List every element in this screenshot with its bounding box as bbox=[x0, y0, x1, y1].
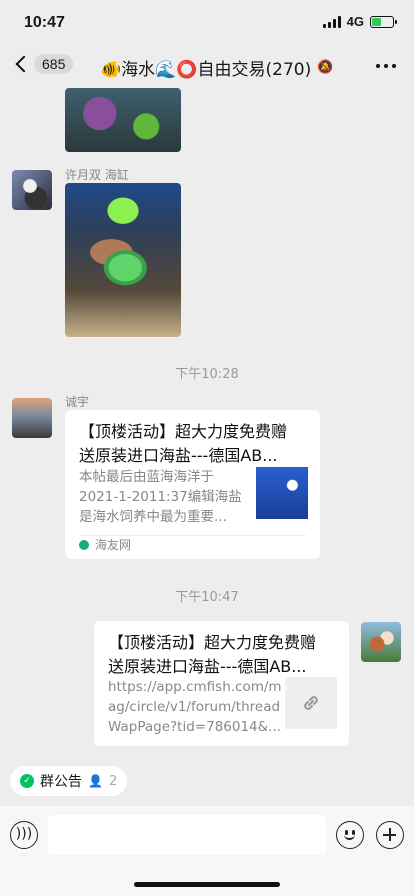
link-card-title: 【顶楼活动】超大力度免费赠 bbox=[79, 422, 288, 441]
link-card[interactable]: 【顶楼活动】超大力度免费赠 送原装进口海盐---德国AB... https://… bbox=[94, 621, 349, 746]
mute-bell-icon: 🔕 bbox=[317, 60, 334, 75]
source-name: 海友网 bbox=[95, 538, 132, 552]
timestamp: 下午10:28 bbox=[175, 367, 239, 382]
voice-input-button[interactable]: ))) bbox=[10, 821, 38, 849]
input-bar: ))) bbox=[0, 806, 414, 896]
nav-bar: 685 🐠海水🌊⭕自由交易(270) 🔕 bbox=[0, 44, 414, 88]
voice-icon: ))) bbox=[15, 826, 33, 842]
link-card-source: 海友网 bbox=[79, 536, 131, 553]
link-icon bbox=[285, 677, 337, 729]
link-card-title: 【顶楼活动】超大力度免费赠 bbox=[108, 633, 317, 652]
link-card-title: 送原装进口海盐---德国AB... bbox=[79, 446, 278, 465]
status-indicators: 4G bbox=[322, 14, 397, 29]
timestamp: 下午10:47 bbox=[175, 590, 239, 605]
link-card-description: 2021-1-2011:37编辑海盐 bbox=[79, 489, 242, 505]
more-button[interactable] bbox=[376, 64, 396, 68]
avatar[interactable] bbox=[361, 622, 401, 662]
back-arrow-icon bbox=[15, 55, 33, 73]
source-logo-icon bbox=[79, 539, 89, 550]
link-card-description: ag/circle/v1/forum/thread bbox=[108, 699, 281, 715]
person-icon: 👤 bbox=[88, 774, 103, 788]
group-notice-chip[interactable]: ✓ 群公告 👤 2 bbox=[10, 766, 128, 796]
battery-icon bbox=[370, 15, 397, 28]
network-label: 4G bbox=[346, 14, 364, 29]
emoji-button[interactable] bbox=[336, 821, 364, 849]
notice-count: 2 bbox=[108, 773, 118, 789]
more-dot-icon bbox=[392, 64, 396, 68]
more-actions-button[interactable] bbox=[376, 821, 404, 849]
avatar[interactable] bbox=[12, 398, 52, 438]
link-card[interactable]: 【顶楼活动】超大力度免费赠 送原装进口海盐---德国AB... 本帖最后由蓝海海… bbox=[65, 410, 320, 559]
link-card-thumbnail bbox=[256, 467, 308, 519]
status-time: 10:47 bbox=[24, 14, 65, 31]
avatar[interactable] bbox=[12, 170, 52, 210]
link-card-description: WapPage?tid=786014&... bbox=[108, 719, 282, 735]
home-indicator bbox=[134, 882, 280, 887]
notice-icon: ✓ bbox=[20, 774, 34, 788]
notice-label: 群公告 bbox=[40, 774, 82, 790]
link-card-description: 本帖最后由蓝海海洋于 bbox=[79, 469, 214, 485]
sender-name: 诚宇 bbox=[65, 395, 90, 409]
message-photo[interactable] bbox=[65, 88, 181, 152]
link-card-description: https://app.cmfish.com/m bbox=[108, 679, 282, 695]
sender-name: 许月双 海缸 bbox=[65, 168, 129, 182]
emoji-icon bbox=[344, 834, 355, 840]
signal-icon bbox=[322, 15, 341, 28]
more-dot-icon bbox=[376, 64, 380, 68]
link-card-title: 送原装进口海盐---德国AB... bbox=[108, 657, 307, 676]
link-card-description: 是海水饲养中最为重要... bbox=[79, 509, 227, 525]
message-photo[interactable] bbox=[65, 183, 181, 337]
message-input[interactable] bbox=[48, 815, 326, 855]
unread-count-badge: 685 bbox=[34, 54, 74, 74]
chat-title-text: 🐠海水🌊⭕自由交易(270) bbox=[100, 60, 312, 80]
back-button[interactable]: 685 bbox=[12, 54, 74, 74]
chat-area[interactable]: 许月双 海缸 下午10:28 诚宇 【顶楼活动】超大力度免费赠 送原装进口海盐-… bbox=[0, 88, 414, 758]
chat-title: 🐠海水🌊⭕自由交易(270) 🔕 bbox=[100, 55, 333, 80]
status-bar: 10:47 4G bbox=[0, 0, 414, 44]
more-dot-icon bbox=[384, 64, 388, 68]
